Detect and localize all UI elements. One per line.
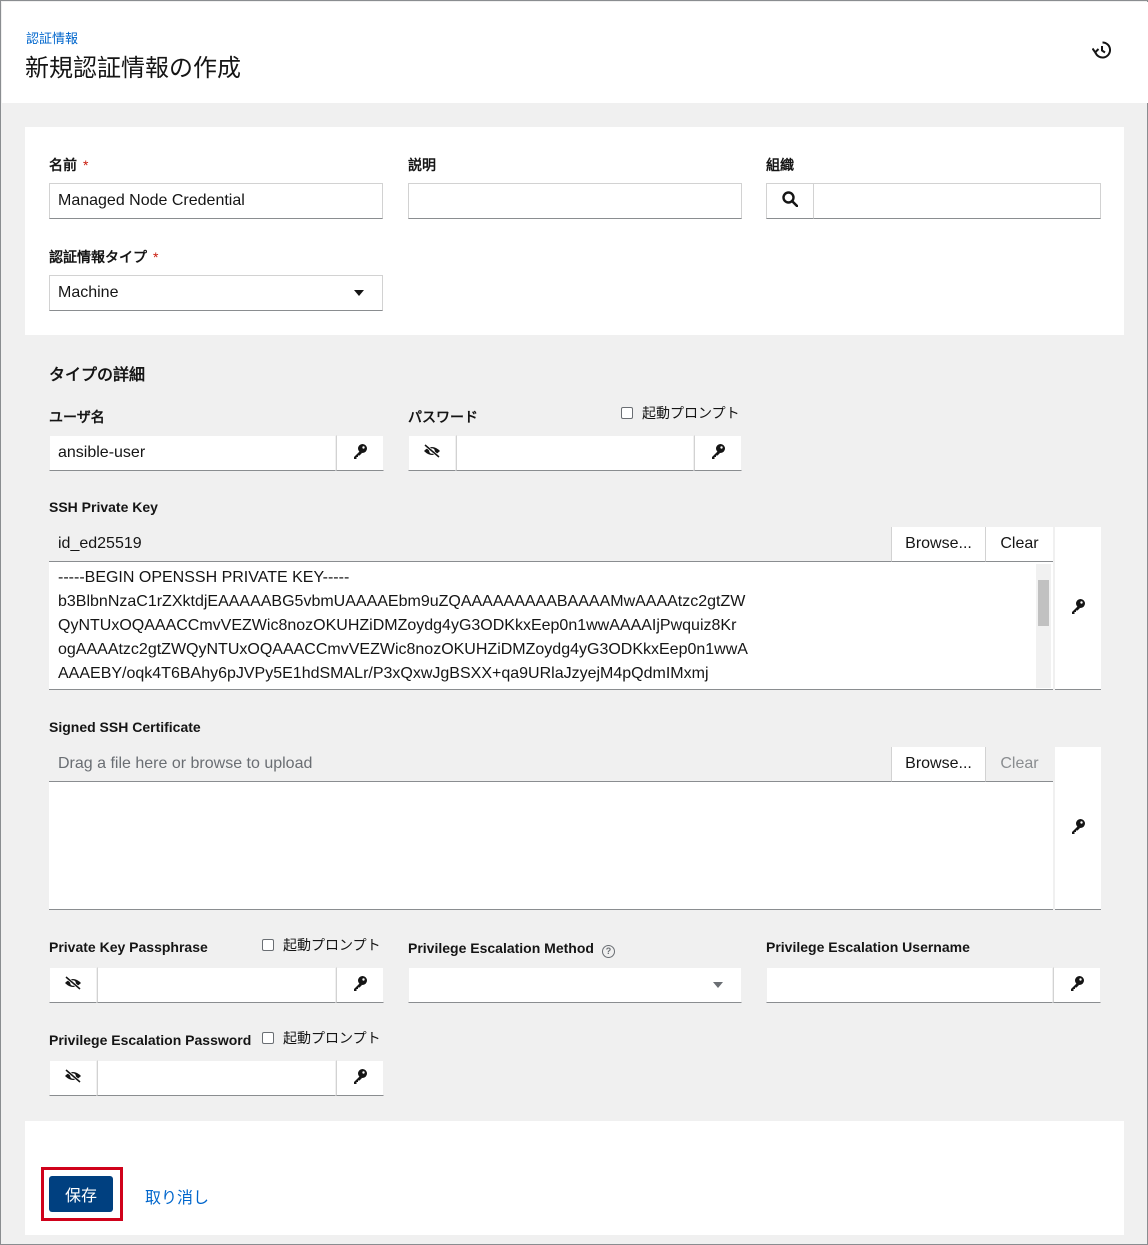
- password-input[interactable]: [456, 435, 694, 471]
- organization-input[interactable]: [813, 183, 1101, 219]
- page-title: 新規認証情報の作成: [25, 55, 241, 82]
- priv-esc-password-key-button[interactable]: [336, 1060, 384, 1096]
- key-icon: [352, 443, 368, 464]
- key-icon: [1070, 818, 1086, 839]
- type-details-section: タイプの詳細 ユーザ名 ansible-user パスワード 起動プロンプト S…: [25, 335, 1124, 1121]
- passphrase-key-button[interactable]: [336, 967, 384, 1003]
- password-prompt-checkbox[interactable]: 起動プロンプト: [621, 403, 740, 423]
- type-details-title: タイプの詳細: [49, 367, 146, 384]
- ssh-key-scrollbar[interactable]: [1036, 564, 1051, 688]
- username-label: ユーザ名: [49, 409, 105, 425]
- signed-cert-clear-button: Clear: [985, 747, 1053, 782]
- signed-cert-key-button[interactable]: [1055, 747, 1101, 910]
- history-button[interactable]: [1090, 40, 1114, 64]
- ssh-key-textarea[interactable]: -----BEGIN OPENSSH PRIVATE KEY----- b3Bl…: [49, 562, 1053, 690]
- key-icon: [1069, 975, 1085, 996]
- help-icon[interactable]: ?: [601, 944, 615, 958]
- signed-cert-filename: Drag a file here or browse to upload: [49, 747, 891, 782]
- signed-cert-browse-button[interactable]: Browse...: [891, 747, 985, 782]
- chevron-down-icon: [354, 290, 364, 296]
- search-icon: [782, 190, 799, 212]
- eye-slash-icon: [423, 443, 441, 463]
- checkbox[interactable]: [621, 407, 633, 419]
- scroll-thumb[interactable]: [1038, 580, 1049, 626]
- credential-type-value: Machine: [58, 284, 119, 301]
- form-card: 名前 * Managed Node Credential 説明 組織 認証情報タイ…: [25, 127, 1124, 1235]
- credential-type-label: 認証情報タイプ *: [49, 249, 159, 265]
- priv-esc-username-key-button[interactable]: [1053, 967, 1101, 1003]
- history-icon: [1091, 40, 1112, 65]
- ssh-key-filename: id_ed25519: [49, 527, 891, 562]
- page-header: 認証情報 新規認証情報の作成: [2, 2, 1148, 103]
- checkbox[interactable]: [262, 939, 274, 951]
- ssh-key-clear-button[interactable]: Clear: [985, 527, 1053, 562]
- passphrase-input[interactable]: [97, 967, 336, 1003]
- password-label: パスワード: [408, 409, 478, 425]
- save-button[interactable]: 保存: [49, 1176, 113, 1212]
- organization-label: 組織: [766, 157, 794, 173]
- cancel-button[interactable]: 取り消し: [145, 1184, 209, 1208]
- password-visibility-toggle[interactable]: [408, 435, 456, 471]
- description-input[interactable]: [408, 183, 742, 219]
- name-input[interactable]: Managed Node Credential: [49, 183, 383, 219]
- checkbox[interactable]: [262, 1032, 274, 1044]
- chevron-down-icon: [713, 982, 723, 988]
- eye-slash-icon: [64, 1068, 82, 1088]
- organization-lookup-button[interactable]: [766, 183, 814, 219]
- ssh-key-label: SSH Private Key: [49, 499, 158, 515]
- eye-slash-icon: [64, 975, 82, 995]
- credential-type-select[interactable]: Machine: [49, 275, 383, 311]
- username-key-button[interactable]: [336, 435, 384, 471]
- username-input[interactable]: ansible-user: [49, 435, 336, 471]
- priv-esc-username-label: Privilege Escalation Username: [766, 939, 970, 955]
- key-icon: [710, 443, 726, 464]
- name-label: 名前 *: [49, 157, 89, 173]
- key-icon: [352, 975, 368, 996]
- password-key-button[interactable]: [694, 435, 742, 471]
- key-icon: [1070, 598, 1086, 619]
- priv-esc-password-label: Privilege Escalation Password: [49, 1032, 252, 1048]
- priv-esc-password-prompt-checkbox[interactable]: 起動プロンプト: [262, 1028, 381, 1048]
- ssh-key-key-button[interactable]: [1055, 527, 1101, 690]
- description-label: 説明: [408, 157, 436, 173]
- passphrase-visibility-toggle[interactable]: [49, 967, 97, 1003]
- breadcrumb[interactable]: 認証情報: [26, 28, 78, 47]
- passphrase-prompt-checkbox[interactable]: 起動プロンプト: [262, 935, 381, 955]
- priv-esc-password-visibility-toggle[interactable]: [49, 1060, 97, 1096]
- signed-cert-label: Signed SSH Certificate: [49, 719, 201, 735]
- window-frame: 認証情報 新規認証情報の作成 名前 * Managed Node Credenti…: [0, 0, 1148, 1245]
- signed-cert-textarea[interactable]: [49, 782, 1053, 910]
- priv-esc-username-input[interactable]: [766, 967, 1053, 1003]
- passphrase-label: Private Key Passphrase: [49, 939, 208, 955]
- priv-esc-password-input[interactable]: [97, 1060, 336, 1096]
- key-icon: [352, 1068, 368, 1089]
- priv-esc-method-label: Privilege Escalation Method?: [408, 940, 615, 958]
- priv-esc-method-select[interactable]: [408, 967, 742, 1003]
- ssh-key-browse-button[interactable]: Browse...: [891, 527, 985, 562]
